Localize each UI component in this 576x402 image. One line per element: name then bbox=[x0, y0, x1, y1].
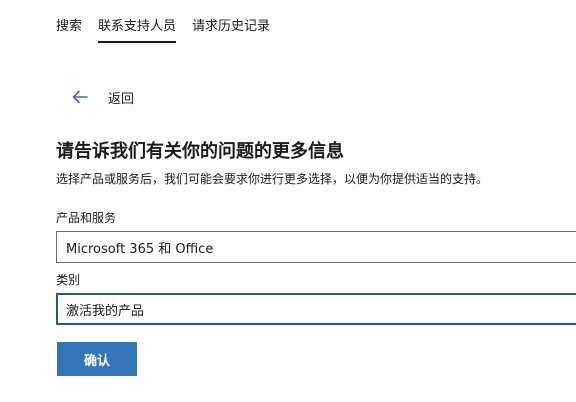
product-service-field[interactable]: Microsoft 365 和 Office bbox=[56, 231, 576, 263]
back-link-label: 返回 bbox=[108, 91, 135, 107]
page-description: 选择产品或服务后，我们可能会要求你进行更多选择，以便为你提供适当的支持。 bbox=[56, 172, 489, 186]
product-service-value: Microsoft 365 和 Office bbox=[66, 241, 214, 257]
product-service-label: 产品和服务 bbox=[56, 211, 117, 225]
tab-contact-support[interactable]: 联系支持人员 bbox=[98, 0, 177, 43]
support-nav-tabs: 搜索 联系支持人员 请求历史记录 bbox=[56, 0, 286, 45]
tab-request-history[interactable]: 请求历史记录 bbox=[192, 0, 270, 34]
category-label: 类别 bbox=[56, 273, 81, 287]
tab-search[interactable]: 搜索 bbox=[56, 0, 82, 34]
arrow-left-icon bbox=[70, 87, 90, 107]
page-title: 请告诉我们有关你的问题的更多信息 bbox=[56, 141, 344, 162]
confirm-button[interactable]: 确认 bbox=[57, 342, 137, 376]
category-value: 激活我的产品 bbox=[66, 303, 145, 319]
category-field[interactable]: 激活我的产品 bbox=[56, 293, 576, 325]
back-link[interactable]: 返回 bbox=[70, 87, 134, 107]
